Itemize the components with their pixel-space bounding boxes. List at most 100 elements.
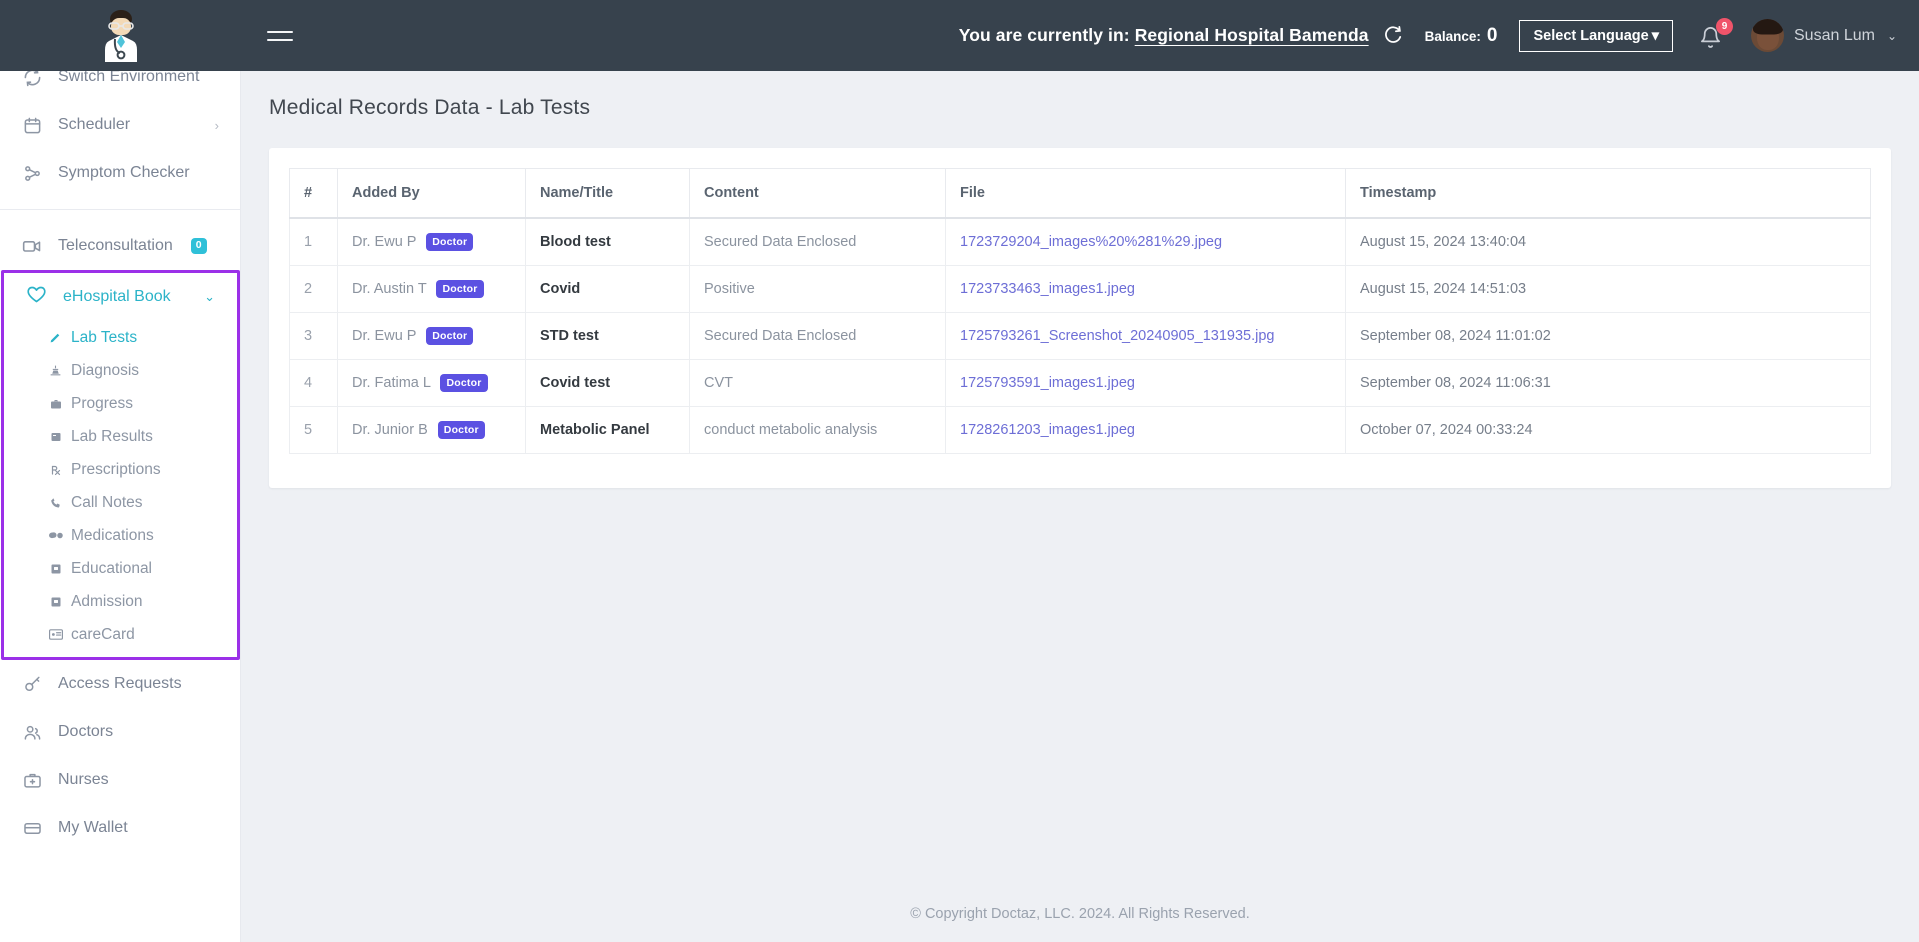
sidebar-item-label: Access Requests	[58, 675, 182, 693]
header-right-cluster: You are currently in: Regional Hospital …	[959, 0, 1919, 71]
calendar-icon	[22, 115, 42, 135]
role-badge: Doctor	[426, 233, 473, 251]
cell-index: 5	[290, 407, 338, 454]
sidebar-item-medications[interactable]: Medications	[4, 519, 237, 552]
current-environment-prefix: You are currently in:	[959, 25, 1130, 45]
select-language-label: Select Language	[1533, 28, 1648, 44]
cell-content: Positive	[690, 266, 946, 313]
sidebar-subitem-label: Educational	[71, 560, 152, 578]
sidebar-item-nurses[interactable]: Nurses	[0, 756, 241, 804]
hamburger-menu-icon[interactable]	[267, 19, 301, 53]
sidebar-item-prescriptions[interactable]: Prescriptions	[4, 453, 237, 486]
sidebar-item-access-requests[interactable]: Access Requests	[0, 660, 241, 708]
cell-timestamp: August 15, 2024 13:40:04	[1346, 218, 1871, 266]
current-hospital-name[interactable]: Regional Hospital Bamenda	[1135, 25, 1369, 45]
cell-content: Secured Data Enclosed	[690, 313, 946, 360]
cell-added-by: Dr. Junior B Doctor	[338, 407, 526, 454]
cell-name: STD test	[526, 313, 690, 360]
file-link[interactable]: 1725793591_images1.jpeg	[960, 375, 1135, 391]
table-body: 1 Dr. Ewu P Doctor Blood test Secured Da…	[290, 218, 1871, 454]
sidebar-subitem-label: Lab Tests	[71, 329, 137, 347]
briefcase-icon	[48, 398, 63, 410]
sidebar-item-scheduler[interactable]: Scheduler ›	[0, 101, 241, 149]
cell-index: 4	[290, 360, 338, 407]
added-by-name: Dr. Ewu P	[352, 328, 416, 344]
video-camera-icon	[22, 236, 42, 256]
cell-index: 3	[290, 313, 338, 360]
column-header-timestamp: Timestamp	[1346, 169, 1871, 219]
select-language-button[interactable]: Select Language ▾	[1519, 20, 1673, 52]
sidebar-item-carecard[interactable]: careCard	[4, 618, 237, 651]
role-badge: Doctor	[436, 280, 483, 298]
sidebar-item-call-notes[interactable]: Call Notes	[4, 486, 237, 519]
role-badge: Doctor	[438, 421, 485, 439]
role-badge: Doctor	[426, 327, 473, 345]
added-by-name: Dr. Ewu P	[352, 234, 416, 250]
table-header-row: # Added By Name/Title Content File Times…	[290, 169, 1871, 219]
sidebar-navigation: Switch Environment Scheduler › Symptom C…	[0, 71, 241, 942]
notifications-button[interactable]: 9	[1699, 21, 1725, 51]
sidebar-item-lab-tests[interactable]: Lab Tests	[4, 321, 237, 354]
cell-file: 1725793261_Screenshot_20240905_131935.jp…	[946, 313, 1346, 360]
users-icon	[22, 722, 42, 742]
book-icon	[48, 596, 63, 608]
cell-file: 1723733463_images1.jpeg	[946, 266, 1346, 313]
sidebar-item-my-wallet[interactable]: My Wallet	[0, 804, 241, 852]
pills-icon	[48, 530, 63, 541]
sidebar-item-label: Scheduler	[58, 116, 130, 134]
phone-icon	[48, 497, 63, 509]
table-row[interactable]: 3 Dr. Ewu P Doctor STD test Secured Data…	[290, 313, 1871, 360]
sidebar-subitem-label: Diagnosis	[71, 362, 139, 380]
file-link[interactable]: 1728261203_images1.jpeg	[960, 422, 1135, 438]
notification-count-badge: 9	[1716, 18, 1733, 35]
records-card: # Added By Name/Title Content File Times…	[269, 148, 1891, 488]
microscope-icon	[48, 364, 63, 377]
column-header-name: Name/Title	[526, 169, 690, 219]
balance-label: Balance:	[1425, 29, 1481, 44]
sidebar-item-diagnosis[interactable]: Diagnosis	[4, 354, 237, 387]
key-icon	[22, 674, 42, 694]
sidebar-item-label: Switch Environment	[58, 71, 199, 86]
sidebar-item-doctors[interactable]: Doctors	[0, 708, 241, 756]
symptom-checker-icon	[22, 163, 42, 183]
sidebar-item-switch-environment[interactable]: Switch Environment	[0, 71, 241, 101]
added-by-name: Dr. Junior B	[352, 422, 428, 438]
user-menu[interactable]: Susan Lum ⌄	[1751, 19, 1897, 52]
sidebar-item-label: Nurses	[58, 771, 109, 789]
column-header-index: #	[290, 169, 338, 219]
sidebar-item-admission[interactable]: Admission	[4, 585, 237, 618]
cell-timestamp: August 15, 2024 14:51:03	[1346, 266, 1871, 313]
teleconsultation-count-badge: 0	[191, 238, 207, 254]
cell-name: Blood test	[526, 218, 690, 266]
sidebar-item-symptom-checker[interactable]: Symptom Checker	[0, 149, 241, 197]
chevron-right-icon: ›	[215, 118, 219, 133]
app-logo[interactable]	[0, 0, 241, 71]
cell-added-by: Dr. Ewu P Doctor	[338, 218, 526, 266]
file-link[interactable]: 1725793261_Screenshot_20240905_131935.jp…	[960, 328, 1274, 344]
role-badge: Doctor	[440, 374, 487, 392]
sidebar-item-educational[interactable]: Educational	[4, 552, 237, 585]
sidebar-subitem-label: careCard	[71, 626, 135, 644]
sidebar-item-teleconsultation[interactable]: Teleconsultation 0	[0, 222, 241, 270]
cell-name: Covid test	[526, 360, 690, 407]
cell-name: Covid	[526, 266, 690, 313]
cell-file: 1723729204_images%20%281%29.jpeg	[946, 218, 1346, 266]
avatar	[1751, 19, 1784, 52]
file-link[interactable]: 1723729204_images%20%281%29.jpeg	[960, 234, 1222, 250]
table-row[interactable]: 2 Dr. Austin T Doctor Covid Positive 172…	[290, 266, 1871, 313]
cell-content: Secured Data Enclosed	[690, 218, 946, 266]
table-row[interactable]: 4 Dr. Fatima L Doctor Covid test CVT 172…	[290, 360, 1871, 407]
top-header-bar: You are currently in: Regional Hospital …	[0, 0, 1919, 71]
table-row[interactable]: 5 Dr. Junior B Doctor Metabolic Panel co…	[290, 407, 1871, 454]
flask-icon	[48, 431, 63, 443]
sidebar-item-lab-results[interactable]: Lab Results	[4, 420, 237, 453]
table-row[interactable]: 1 Dr. Ewu P Doctor Blood test Secured Da…	[290, 218, 1871, 266]
cell-content: CVT	[690, 360, 946, 407]
pen-icon	[48, 331, 63, 344]
sidebar-item-progress[interactable]: Progress	[4, 387, 237, 420]
refresh-icon[interactable]	[1381, 25, 1403, 47]
file-link[interactable]: 1723733463_images1.jpeg	[960, 281, 1135, 297]
cell-index: 1	[290, 218, 338, 266]
sidebar-item-ehospital-book[interactable]: eHospital Book ⌄	[4, 273, 237, 321]
added-by-name: Dr. Fatima L	[352, 375, 430, 391]
